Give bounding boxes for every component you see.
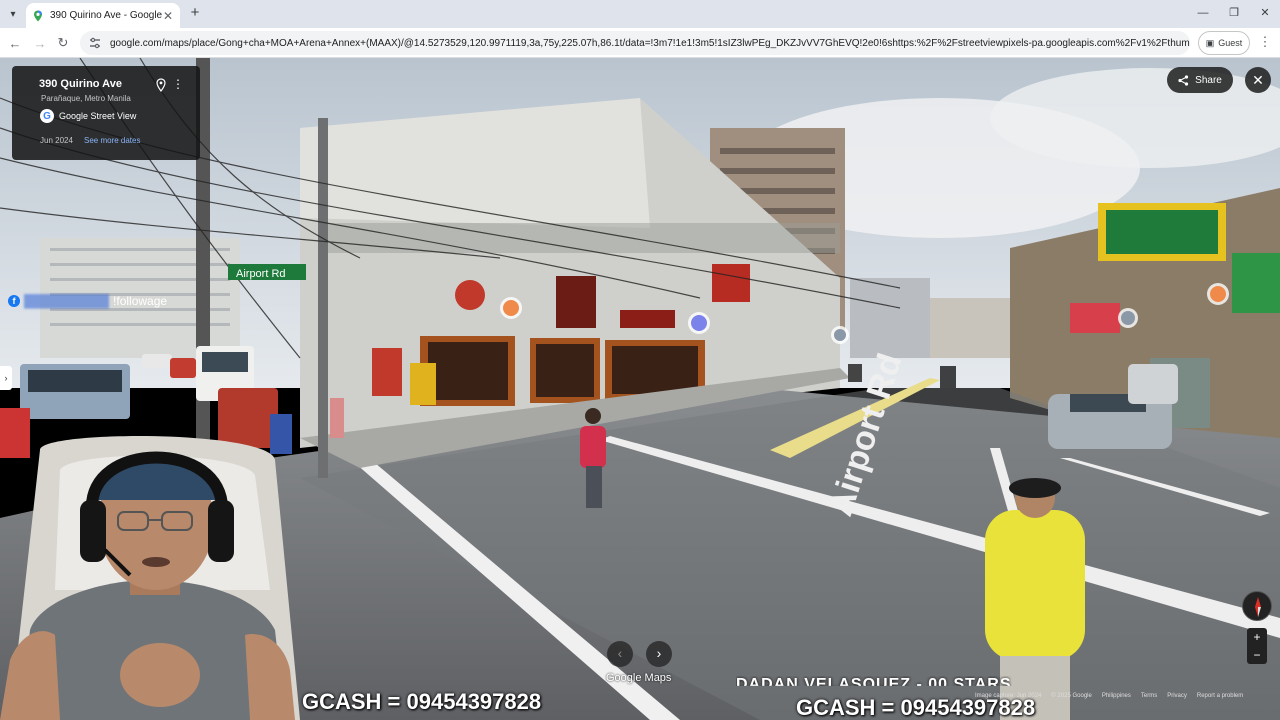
url-text: google.com/maps/place/Gong+cha+MOA+Arena…	[110, 37, 1190, 49]
report-problem-link[interactable]: Report a problem	[1197, 693, 1243, 699]
street-view-source: G Google Street View	[40, 109, 136, 123]
profile-label: Guest	[1218, 38, 1243, 48]
webcam-overlay	[0, 436, 300, 720]
next-image-button[interactable]: ›	[646, 641, 672, 667]
google-maps-logo: Google Maps	[606, 672, 672, 684]
profile-icon: ▣	[1205, 37, 1215, 48]
tab-list-icon[interactable]: ▾	[4, 5, 22, 23]
zoom-in-icon[interactable]: +	[1247, 628, 1267, 646]
zoom-out-icon[interactable]: −	[1247, 646, 1267, 664]
see-more-dates-link[interactable]: See more dates	[84, 136, 140, 145]
address-bar[interactable]: google.com/maps/place/Gong+cha+MOA+Arena…	[80, 31, 1190, 55]
forward-icon[interactable]: →	[30, 33, 50, 53]
privacy-link[interactable]: Privacy	[1167, 693, 1187, 699]
region-link[interactable]: Philippines	[1102, 693, 1131, 699]
profile-button[interactable]: ▣ Guest	[1198, 31, 1250, 55]
reload-icon[interactable]: ↻	[53, 33, 73, 53]
menu-icon[interactable]: ⋮	[1258, 34, 1272, 52]
terms-link[interactable]: Terms	[1141, 693, 1157, 699]
google-logo-icon: G	[40, 109, 54, 123]
expand-panel-icon[interactable]: ›	[0, 366, 12, 390]
locality-text: Parañaque, Metro Manila	[41, 94, 131, 103]
compass-needle-icon	[1255, 597, 1261, 617]
browser-tab[interactable]: 390 Quirino Ave - Google Maps ✕	[26, 3, 180, 28]
share-button[interactable]: Share	[1167, 67, 1233, 93]
location-pin-icon[interactable]	[155, 78, 167, 92]
capture-date: Jun 2024	[40, 136, 73, 145]
facebook-icon: f	[8, 295, 20, 307]
close-icon[interactable]: ✕	[162, 9, 174, 23]
share-label: Share	[1195, 74, 1222, 86]
blurred-name: ██████████	[24, 294, 110, 308]
previous-image-button[interactable]: ‹	[607, 641, 633, 667]
address-title: 390 Quirino Ave	[39, 78, 122, 90]
tab-title: 390 Quirino Ave - Google Maps	[50, 10, 162, 21]
browser-tab-bar: ▾ 390 Quirino Ave - Google Maps ✕ + — ❐ …	[0, 0, 1280, 28]
street-sign-text: Airport Rd	[236, 268, 286, 280]
facebook-overlay: f ██████████ !followage	[8, 294, 167, 308]
close-street-view-icon[interactable]: ✕	[1245, 67, 1271, 93]
browser-toolbar: ← → ↻ google.com/maps/place/Gong+cha+MOA…	[0, 28, 1280, 58]
new-tab-icon[interactable]: +	[186, 5, 204, 23]
location-info-card: 390 Quirino Ave ⋮ Parañaque, Metro Manil…	[12, 66, 200, 160]
restore-icon[interactable]: ❐	[1223, 4, 1245, 22]
copyright-text: © 2025 Google	[1051, 692, 1092, 699]
follow-command-text: !followage	[113, 294, 168, 308]
maps-pin-favicon	[34, 10, 42, 21]
zoom-control: + −	[1247, 628, 1267, 664]
compass-icon[interactable]	[1242, 591, 1272, 621]
share-icon	[1178, 74, 1189, 86]
window-close-icon[interactable]: ✕	[1254, 4, 1276, 22]
site-settings-icon[interactable]	[88, 36, 102, 50]
more-options-icon[interactable]: ⋮	[172, 78, 184, 92]
back-icon[interactable]: ←	[5, 33, 25, 53]
gcash-banner-left: GCASH = 09454397828	[302, 689, 542, 714]
gcash-banner-right: GCASH = 09454397828	[796, 695, 1036, 720]
minimize-icon[interactable]: —	[1192, 4, 1214, 22]
source-label: Google Street View	[59, 111, 137, 121]
